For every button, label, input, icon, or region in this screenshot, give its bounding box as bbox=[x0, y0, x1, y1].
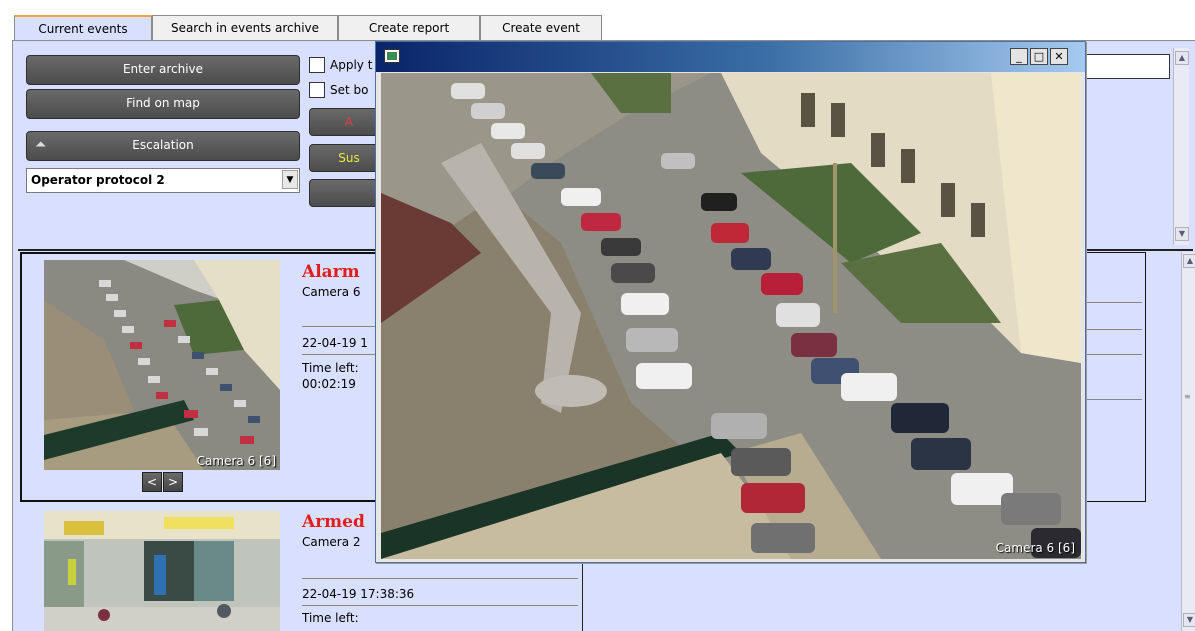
tab-create-event[interactable]: Create event bbox=[480, 15, 602, 41]
tab-bar: Current events Search in events archive … bbox=[0, 0, 1195, 42]
event-type: Armed bbox=[302, 512, 365, 532]
video-camera-label: Camera 6 [6] bbox=[995, 541, 1075, 555]
events-scrollbar[interactable]: ▲ ≡ ▼ bbox=[1181, 252, 1195, 631]
close-button[interactable]: ✕ bbox=[1050, 48, 1068, 65]
set-checkbox[interactable] bbox=[309, 82, 325, 98]
minimize-button[interactable]: _ bbox=[1010, 48, 1028, 65]
camera-6-snapshot bbox=[44, 260, 280, 470]
comment-scrollbar[interactable]: ▲ ▼ bbox=[1173, 48, 1189, 245]
event-separator bbox=[302, 605, 578, 606]
maximize-button[interactable]: □ bbox=[1030, 48, 1048, 65]
detail-separator bbox=[1086, 354, 1142, 355]
time-left-label: Time left: bbox=[302, 361, 359, 375]
event-datetime: 22-04-19 1 bbox=[302, 336, 368, 350]
tab-current-events[interactable]: Current events bbox=[14, 15, 152, 42]
collapse-up-icon: ⏶ bbox=[35, 137, 47, 153]
set-checkbox-label: Set bo bbox=[330, 83, 369, 97]
operator-protocol-value: Operator protocol 2 bbox=[31, 173, 165, 187]
operator-protocol-select[interactable]: Operator protocol 2 ▼ bbox=[26, 168, 300, 193]
scroll-up-icon[interactable]: ▲ bbox=[1183, 254, 1195, 268]
comment-field[interactable] bbox=[1086, 54, 1170, 79]
camera-2-snapshot bbox=[44, 511, 280, 631]
time-left-label: Time left: bbox=[302, 611, 359, 625]
tab-create-report[interactable]: Create report bbox=[338, 15, 480, 41]
event-thumbnail[interactable] bbox=[44, 511, 280, 631]
apply-checkbox[interactable] bbox=[309, 57, 325, 73]
window-icon bbox=[384, 49, 400, 63]
scroll-up-icon[interactable]: ▲ bbox=[1175, 51, 1189, 65]
detail-separator bbox=[1086, 399, 1142, 400]
video-window[interactable]: _ □ ✕ Camera 6 [6] bbox=[375, 41, 1086, 563]
next-frame-button[interactable]: > bbox=[163, 472, 183, 492]
event-datetime: 22-04-19 17:38:36 bbox=[302, 587, 415, 601]
thumbnail-camera-label: Camera 6 [6] bbox=[196, 454, 276, 468]
event-thumbnail[interactable]: Camera 6 [6] bbox=[44, 260, 280, 470]
apply-checkbox-label: Apply t bbox=[330, 58, 373, 72]
detail-separator bbox=[1086, 329, 1142, 330]
chevron-down-icon[interactable]: ▼ bbox=[282, 170, 298, 189]
video-window-titlebar[interactable]: _ □ ✕ bbox=[376, 42, 1085, 72]
camera-6-live-image bbox=[381, 73, 1081, 559]
event-separator bbox=[302, 326, 376, 327]
event-separator bbox=[302, 354, 376, 355]
scroll-down-icon[interactable]: ▼ bbox=[1183, 613, 1195, 627]
prev-frame-button[interactable]: < bbox=[142, 472, 162, 492]
scroll-down-icon[interactable]: ▼ bbox=[1175, 227, 1189, 241]
event-separator bbox=[302, 578, 578, 579]
detail-separator bbox=[1086, 302, 1142, 303]
time-left-value: 00:02:19 bbox=[302, 377, 356, 391]
event-type: Alarm bbox=[302, 262, 360, 282]
find-on-map-button[interactable]: Find on map bbox=[26, 89, 300, 119]
scroll-grip-icon[interactable]: ≡ bbox=[1184, 392, 1193, 402]
event-camera: Camera 6 bbox=[302, 285, 361, 299]
escalation-button[interactable]: ⏶ Escalation bbox=[26, 131, 300, 161]
enter-archive-button[interactable]: Enter archive bbox=[26, 55, 300, 85]
event-camera: Camera 2 bbox=[302, 535, 361, 549]
video-feed[interactable]: Camera 6 [6] bbox=[381, 73, 1081, 559]
tab-search-archive[interactable]: Search in events archive bbox=[152, 15, 338, 41]
escalation-label: Escalation bbox=[132, 138, 194, 152]
